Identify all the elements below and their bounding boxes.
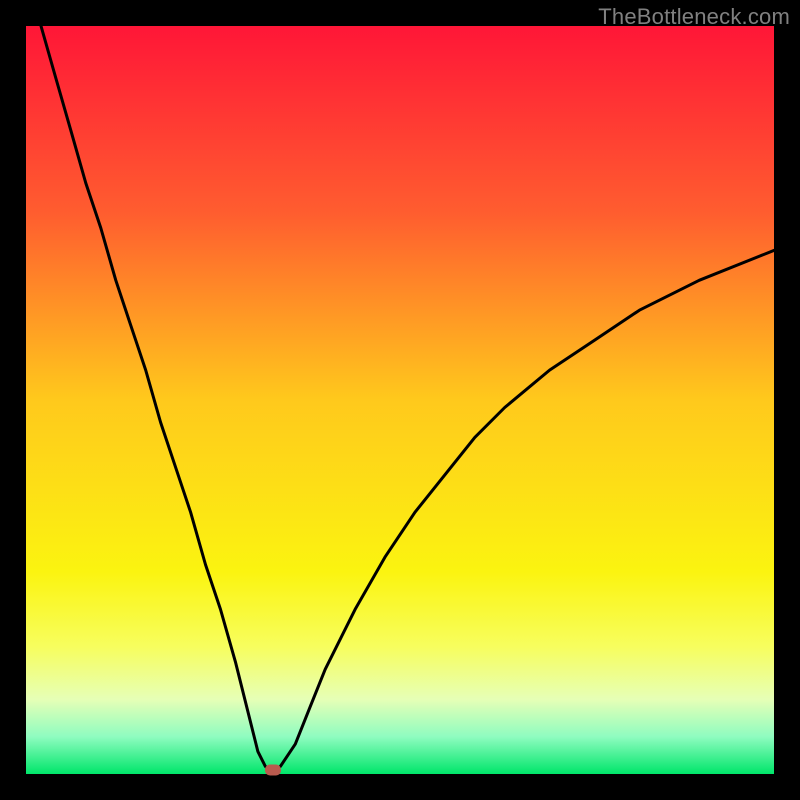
watermark-text: TheBottleneck.com bbox=[598, 4, 790, 30]
bottleneck-curve bbox=[26, 26, 774, 774]
chart-frame: TheBottleneck.com bbox=[0, 0, 800, 800]
chart-plot-area bbox=[26, 26, 774, 774]
optimal-point-marker bbox=[265, 765, 281, 776]
